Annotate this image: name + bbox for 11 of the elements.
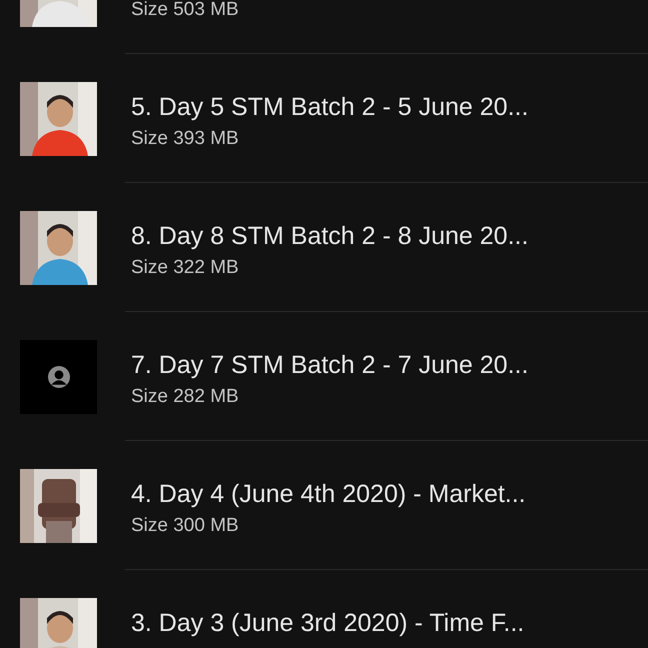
file-size: Size 300 MB <box>131 514 239 538</box>
video-title[interactable]: 5. Day 5 STM Batch 2 - 5 June 20... <box>131 88 528 126</box>
video-title[interactable]: 7. Day 7 STM Batch 2 - 7 June 20... <box>131 346 528 384</box>
file-size: Size 393 MB <box>131 127 239 152</box>
avatar-icon <box>48 366 70 388</box>
file-size: Size 322 MB <box>131 256 239 280</box>
file-size: Size 282 MB <box>131 385 239 410</box>
video-title[interactable]: 8. Day 8 STM Batch 2 - 8 June 20... <box>131 218 528 256</box>
video-title[interactable]: 4. Day 4 (June 4th 2020) - Market... <box>131 476 526 514</box>
file-size: Size 503 MB <box>131 0 239 22</box>
video-title[interactable]: 3. Day 3 (June 3rd 2020) - Time F... <box>131 604 524 642</box>
